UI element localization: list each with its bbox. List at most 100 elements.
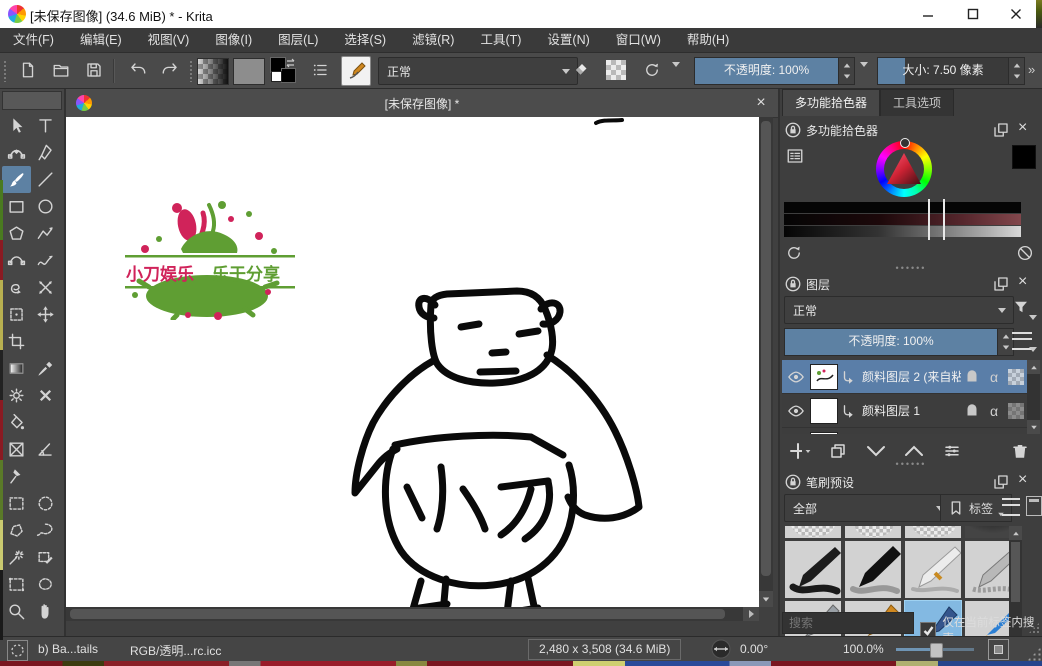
alpha-lock-icon[interactable]: α	[983, 365, 1005, 389]
tool-text[interactable]	[31, 112, 60, 139]
tool-line[interactable]	[31, 166, 60, 193]
opacity-spinner[interactable]	[838, 57, 855, 85]
color-bar-marker[interactable]	[928, 199, 945, 240]
zoom-slider-knob[interactable]	[930, 643, 943, 658]
foreground-background-colors[interactable]	[270, 57, 297, 84]
alpha-lock-icon[interactable]: α	[983, 433, 1005, 435]
toolbar-overflow-chevron[interactable]: »	[1028, 62, 1035, 77]
menu-layer[interactable]: 图层(L)	[265, 28, 331, 52]
reload-options-dropdown[interactable]	[672, 67, 680, 81]
delete-layer-button[interactable]	[1008, 439, 1032, 463]
tool-pattern[interactable]	[2, 382, 31, 409]
layer-properties-button[interactable]	[940, 439, 964, 463]
tab-advanced-color-selector[interactable]: 多功能拾色器	[782, 89, 880, 116]
tool-gradient[interactable]	[2, 355, 31, 382]
menu-window[interactable]: 窗口(W)	[603, 28, 674, 52]
tool-polygon[interactable]	[2, 220, 31, 247]
layer-style-icon[interactable]	[840, 368, 856, 386]
tool-pan[interactable]	[31, 598, 60, 625]
lock-icon[interactable]	[784, 275, 802, 293]
brush-view-menu-icon[interactable]	[1002, 498, 1020, 516]
tool-path-select[interactable]	[2, 571, 31, 598]
close-button[interactable]	[993, 0, 1038, 28]
tool-dynamic-brush[interactable]	[2, 274, 31, 301]
brush-display-mode-button[interactable]	[1026, 496, 1042, 516]
maximize-button[interactable]	[950, 0, 995, 28]
color-triangle[interactable]	[886, 152, 922, 186]
brush-preset[interactable]	[784, 540, 842, 599]
lock-icon[interactable]	[784, 473, 802, 491]
brush-size-slider[interactable]: 大小: 7.50 像素	[877, 57, 1009, 85]
float-docker-icon[interactable]	[992, 275, 1010, 293]
layer-row-paint2[interactable]: 颜料图层 2 (来自粘贴) α	[782, 360, 1027, 394]
save-button[interactable]	[80, 56, 108, 84]
canvas-vertical-scrollbar[interactable]	[759, 117, 773, 607]
menu-image[interactable]: 图像(I)	[202, 28, 265, 52]
duplicate-layer-button[interactable]	[826, 439, 850, 463]
tool-magic-wand-select[interactable]	[2, 544, 31, 571]
tool-freehand-select[interactable]	[31, 517, 60, 544]
brush-search-input[interactable]	[782, 612, 914, 634]
current-brush-label[interactable]: b) Ba...tails	[38, 642, 98, 656]
tool-edit-shapes[interactable]	[2, 139, 31, 166]
brush-preset[interactable]	[904, 540, 962, 599]
hscroll-thumb[interactable]	[70, 609, 725, 619]
pattern-chooser[interactable]	[233, 58, 265, 85]
tool-fuzzy-select[interactable]	[31, 571, 60, 598]
tool-polygon-select[interactable]	[2, 517, 31, 544]
zoom-percent-value[interactable]: 100.0%	[843, 642, 884, 656]
layer-decoration-icon[interactable]	[1005, 433, 1027, 435]
refresh-colors-icon[interactable]	[785, 244, 803, 262]
layer-blend-mode-combobox[interactable]: 正常	[784, 296, 1014, 324]
brush-filter-combobox[interactable]: 全部	[784, 494, 952, 522]
layer-visibility-icon[interactable]	[782, 402, 810, 420]
preserve-alpha-button[interactable]	[602, 56, 630, 84]
color-profile-label[interactable]: RGB/透明...rc.icc	[130, 642, 221, 659]
layers-scroll-down[interactable]	[1027, 420, 1040, 434]
menu-tools[interactable]: 工具(T)	[467, 28, 534, 52]
menu-help[interactable]: 帮助(H)	[674, 28, 742, 52]
new-document-button[interactable]	[14, 56, 42, 84]
menu-edit[interactable]: 编辑(E)	[67, 28, 135, 52]
close-docker-icon[interactable]: ×	[1018, 119, 1036, 137]
tool-freehand-brush[interactable]	[2, 166, 31, 193]
layer-row-background[interactable]: 背景 α	[782, 428, 1027, 434]
menu-filter[interactable]: 滤镜(R)	[399, 28, 467, 52]
tool-reference-images[interactable]	[2, 463, 31, 490]
undo-button[interactable]	[124, 56, 152, 84]
brush-size-spinner[interactable]	[1008, 57, 1025, 85]
tool-similar-color-select[interactable]	[31, 544, 60, 571]
menu-settings[interactable]: 设置(N)	[534, 28, 602, 52]
blending-mode-combobox[interactable]: 正常	[378, 57, 578, 85]
tool-smart-patch[interactable]	[31, 382, 60, 409]
layer-visibility-icon[interactable]	[782, 368, 810, 386]
tool-zoom[interactable]	[2, 598, 31, 625]
tool-ellipse-select[interactable]	[31, 490, 60, 517]
layer-row-paint1[interactable]: 颜料图层 1 α	[782, 394, 1027, 428]
brush-preset[interactable]	[784, 526, 842, 539]
alpha-lock-icon[interactable]: α	[983, 399, 1005, 423]
canvas-rotation-icon[interactable]	[710, 638, 732, 660]
reload-preset-button[interactable]	[638, 56, 666, 84]
tab-tool-options[interactable]: 工具选项	[880, 89, 954, 116]
selection-indicator-icon[interactable]	[7, 640, 28, 661]
tool-measure[interactable]	[31, 436, 60, 463]
opacity-options-dropdown[interactable]	[860, 67, 868, 81]
canvas-subwindow-titlebar[interactable]: [未保存图像] * ×	[66, 89, 778, 118]
close-docker-icon[interactable]: ×	[1018, 471, 1036, 489]
tool-ellipse[interactable]	[31, 193, 60, 220]
opacity-slider[interactable]: 不透明度: 100%	[694, 57, 839, 85]
tool-move[interactable]	[31, 301, 60, 328]
no-color-icon[interactable]	[1016, 244, 1034, 262]
tool-rectangle[interactable]	[2, 193, 31, 220]
tool-fill[interactable]	[2, 409, 31, 436]
float-docker-icon[interactable]	[992, 121, 1010, 139]
tool-freehand-path[interactable]	[31, 247, 60, 274]
brush-preset[interactable]	[844, 540, 902, 599]
gamut-bar[interactable]	[784, 226, 1021, 237]
brush-editor-button[interactable]	[341, 56, 371, 86]
layer-locked-icon[interactable]	[961, 433, 983, 435]
inherit-alpha-icon[interactable]	[961, 399, 983, 423]
hue-marker[interactable]	[900, 138, 910, 148]
redo-button[interactable]	[156, 56, 184, 84]
